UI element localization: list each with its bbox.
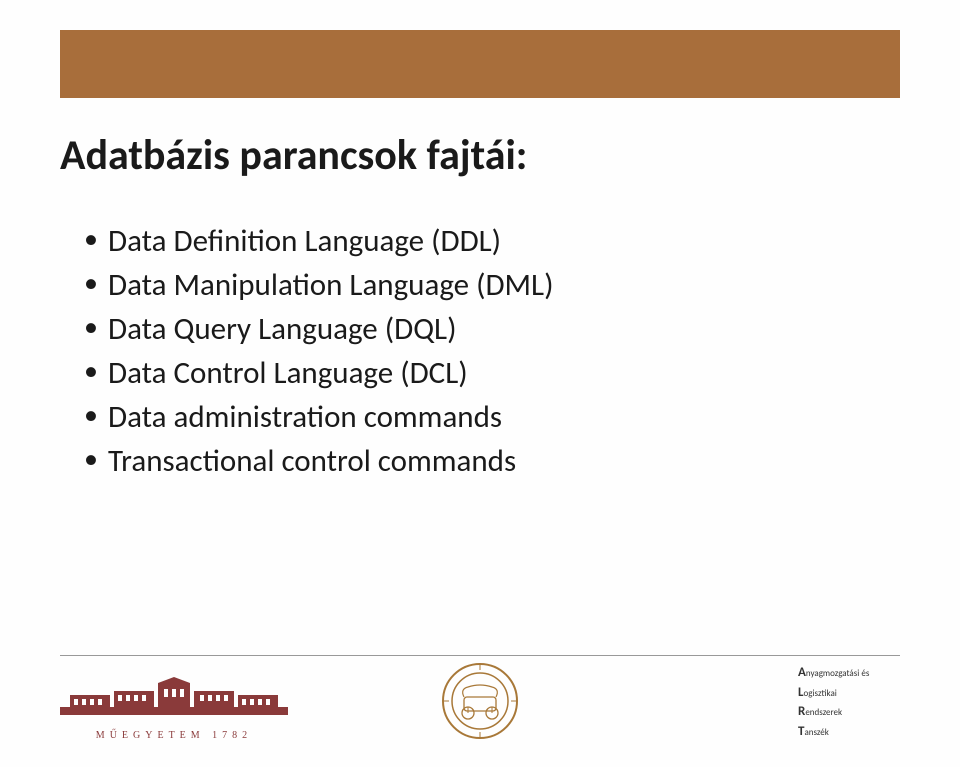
list-item: Data Query Language (DQL)	[88, 307, 900, 351]
slide-footer: MŰEGYETEM 1782 Anyagmozgatási és Log	[0, 655, 960, 755]
building-icon	[60, 677, 288, 717]
list-item: Data Control Language (DCL)	[88, 351, 900, 395]
seal-icon	[441, 662, 519, 740]
department-text: Anyagmozgatási és Logisztikai Rendszerek…	[798, 663, 898, 741]
dept-line: Logisztikai	[798, 683, 898, 703]
list-item: Data administration commands	[88, 395, 900, 439]
seal-logo	[441, 662, 519, 740]
footer-divider	[60, 655, 900, 656]
university-caption: MŰEGYETEM 1782	[60, 730, 288, 741]
bullet-list: Data Definition Language (DDL) Data Mani…	[60, 219, 900, 483]
title-bar	[60, 30, 900, 98]
list-item: Transactional control commands	[88, 439, 900, 483]
list-item: Data Manipulation Language (DML)	[88, 263, 900, 307]
dept-line: Rendszerek	[798, 702, 898, 722]
university-logo: MŰEGYETEM 1782	[60, 677, 288, 739]
slide-content: Adatbázis parancsok fajtái: Data Definit…	[60, 130, 900, 483]
list-item: Data Definition Language (DDL)	[88, 219, 900, 263]
slide-title: Adatbázis parancsok fajtái:	[60, 130, 900, 181]
dept-line: Anyagmozgatási és	[798, 663, 898, 683]
dept-line: Tanszék	[798, 722, 898, 742]
